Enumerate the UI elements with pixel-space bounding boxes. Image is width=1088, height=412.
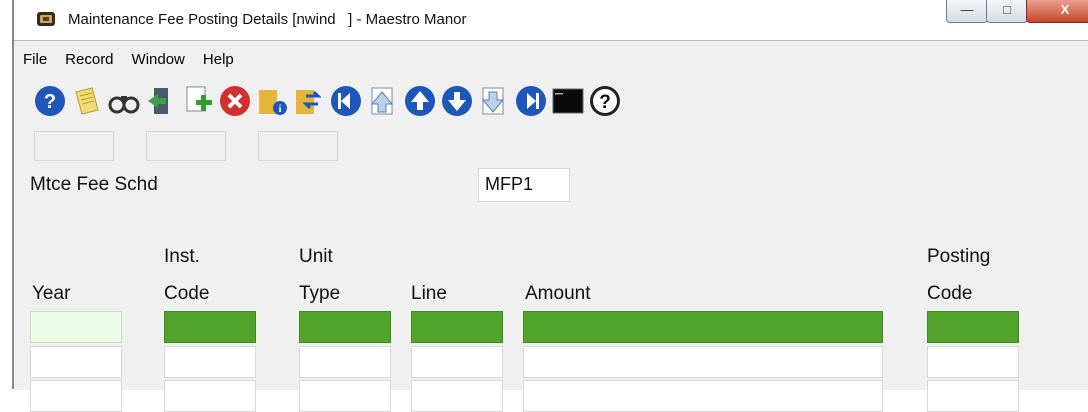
row2-year-cell[interactable] [30,346,122,378]
console-button[interactable] [550,83,585,118]
context-help-icon: ? [589,85,620,116]
menu-window[interactable]: Window [123,49,194,71]
status-field-2 [146,131,226,161]
console-icon [552,88,583,113]
exit-door-icon [147,87,168,114]
row2-line-cell[interactable] [411,346,503,378]
row1-unit-type-cell[interactable] [299,311,391,343]
row2-amount-cell[interactable] [523,346,883,378]
refresh-folder-icon [295,89,322,114]
row3-line-cell[interactable] [411,380,503,412]
add-record-icon [186,86,212,111]
svg-text:i: i [278,104,281,115]
header-unit-type-1: Unit [299,246,333,267]
header-amount: Amount [525,283,591,304]
header-inst-code-2: Code [164,283,210,304]
previous-record-icon [404,85,435,116]
row1-amount-cell[interactable] [523,311,883,343]
maximize-button[interactable]: □ [986,0,1028,23]
form-client-area: File Record Window Help ? i ? Mtce Fee S… [14,40,1088,412]
page-up-icon [370,87,393,114]
window-title: Maintenance Fee Posting Details [nwind ]… [68,11,467,28]
notes-button[interactable] [69,83,104,118]
status-field-1 [34,131,114,161]
header-inst-code-1: Inst. [164,246,200,267]
last-record-icon [515,85,546,116]
delete-record-button[interactable] [217,83,252,118]
next-record-button[interactable] [439,83,474,118]
header-year: Year [32,283,71,304]
first-record-button[interactable] [328,83,363,118]
first-record-icon [330,85,361,116]
info-folder-icon: i [258,89,287,115]
row1-inst-code-cell[interactable] [164,311,256,343]
exit-button[interactable] [143,83,178,118]
header-line: Line [411,283,447,304]
help-button[interactable]: ? [32,83,67,118]
menu-help[interactable]: Help [194,49,243,71]
help-icon: ? [34,85,65,116]
find-button[interactable] [106,83,141,118]
menu-bar: File Record Window Help [14,49,243,71]
schedule-value: MFP1 [485,174,534,194]
header-unit-type-2: Type [299,283,341,304]
svg-text:?: ? [43,91,55,113]
row2-unit-type-cell[interactable] [299,346,391,378]
header-posting-code-2: Code [927,283,973,304]
record-info-button[interactable]: i [254,83,289,118]
schedule-field[interactable]: MFP1 [478,168,570,202]
menu-record[interactable]: Record [56,49,122,71]
close-button[interactable]: X [1026,0,1088,23]
previous-record-button[interactable] [402,83,437,118]
status-field-3 [258,131,338,161]
next-record-icon [441,85,472,116]
close-icon: X [1060,2,1070,17]
schedule-label: Mtce Fee Schd [30,174,158,195]
svg-text:?: ? [599,92,611,113]
delete-icon [219,85,250,116]
last-record-button[interactable] [513,83,548,118]
title-bar: Maintenance Fee Posting Details [nwind ]… [14,0,1088,40]
page-up-button[interactable] [365,83,400,118]
notes-icon [74,86,99,115]
menu-file[interactable]: File [14,49,56,71]
minimize-icon: — [960,2,974,17]
row1-year-cell[interactable] [30,311,122,343]
page-down-button[interactable] [476,83,511,118]
toolbar: ? i ? [32,83,622,121]
row2-posting-code-cell[interactable] [927,346,1019,378]
minimize-button[interactable]: — [946,0,988,23]
maximize-icon: □ [1003,2,1011,17]
row3-amount-cell[interactable] [523,380,883,412]
row2-inst-code-cell[interactable] [164,346,256,378]
context-help-button[interactable]: ? [587,83,622,118]
add-record-button[interactable] [180,83,215,118]
row1-line-cell[interactable] [411,311,503,343]
binoculars-icon [108,95,139,113]
row1-posting-code-cell[interactable] [927,311,1019,343]
header-posting-code-1: Posting [927,246,991,267]
window-left-edge [0,0,14,389]
row3-unit-type-cell[interactable] [299,380,391,412]
row3-posting-code-cell[interactable] [927,380,1019,412]
row3-inst-code-cell[interactable] [164,380,256,412]
row3-year-cell[interactable] [30,380,122,412]
page-down-icon [481,87,504,114]
app-icon [37,12,55,26]
refresh-button[interactable] [291,83,326,118]
